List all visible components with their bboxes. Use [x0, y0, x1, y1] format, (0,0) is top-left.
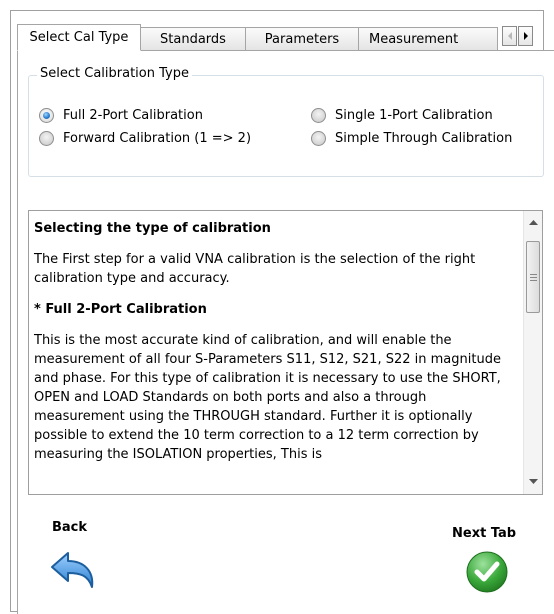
tab-scroll-left-button[interactable] — [502, 26, 517, 46]
tab-measurement[interactable]: Measurement — [358, 27, 498, 51]
help-section-heading: * Full 2-Port Calibration — [34, 302, 207, 317]
back-button[interactable] — [48, 545, 98, 597]
radio-button-icon[interactable] — [311, 108, 326, 123]
radio-forward-calibration[interactable]: Forward Calibration (1 => 2) — [39, 131, 251, 146]
help-text-content: Selecting the type of calibration The Fi… — [34, 219, 521, 476]
triangle-left-icon — [507, 32, 512, 40]
vertical-scrollbar[interactable] — [523, 211, 542, 494]
checkmark-icon — [466, 551, 508, 593]
next-tab-button[interactable] — [465, 550, 509, 598]
radio-label: Forward Calibration (1 => 2) — [63, 131, 252, 146]
group-title: Select Calibration Type — [37, 66, 192, 81]
radio-button-icon[interactable] — [311, 131, 326, 146]
chevron-down-icon — [528, 479, 538, 484]
tab-standards[interactable]: Standards — [140, 27, 246, 51]
scroll-down-button[interactable] — [524, 473, 542, 491]
radio-label: Full 2-Port Calibration — [63, 108, 203, 123]
next-tab-label: Next Tab — [452, 526, 517, 541]
calibration-type-group — [28, 75, 544, 177]
radio-simple-through[interactable]: Simple Through Calibration — [311, 131, 512, 146]
triangle-right-icon — [523, 32, 528, 40]
help-section-body: This is the most accurate kind of calibr… — [34, 333, 501, 462]
radio-label: Simple Through Calibration — [335, 131, 513, 146]
tab-parameters[interactable]: Parameters — [245, 27, 359, 51]
chevron-up-icon — [528, 220, 538, 225]
radio-button-icon[interactable] — [39, 131, 54, 146]
scroll-up-button[interactable] — [524, 214, 542, 232]
help-heading: Selecting the type of calibration — [34, 221, 271, 236]
scrollbar-thumb[interactable] — [526, 241, 540, 313]
tab-bar: Select Cal Type Standards Parameters Mea… — [17, 24, 554, 51]
radio-label: Single 1-Port Calibration — [335, 108, 493, 123]
radio-button-icon[interactable] — [39, 108, 54, 123]
back-arrow-icon — [51, 552, 94, 588]
radio-single-1-port[interactable]: Single 1-Port Calibration — [311, 108, 493, 123]
help-intro: The First step for a valid VNA calibrati… — [34, 252, 476, 286]
back-label: Back — [52, 520, 88, 535]
tab-select-cal-type[interactable]: Select Cal Type — [17, 24, 141, 51]
help-text-box[interactable]: Selecting the type of calibration The Fi… — [28, 210, 543, 495]
grip-icon — [529, 273, 537, 281]
radio-full-2-port[interactable]: Full 2-Port Calibration — [39, 108, 203, 123]
tab-scroll-right-button[interactable] — [518, 26, 533, 46]
